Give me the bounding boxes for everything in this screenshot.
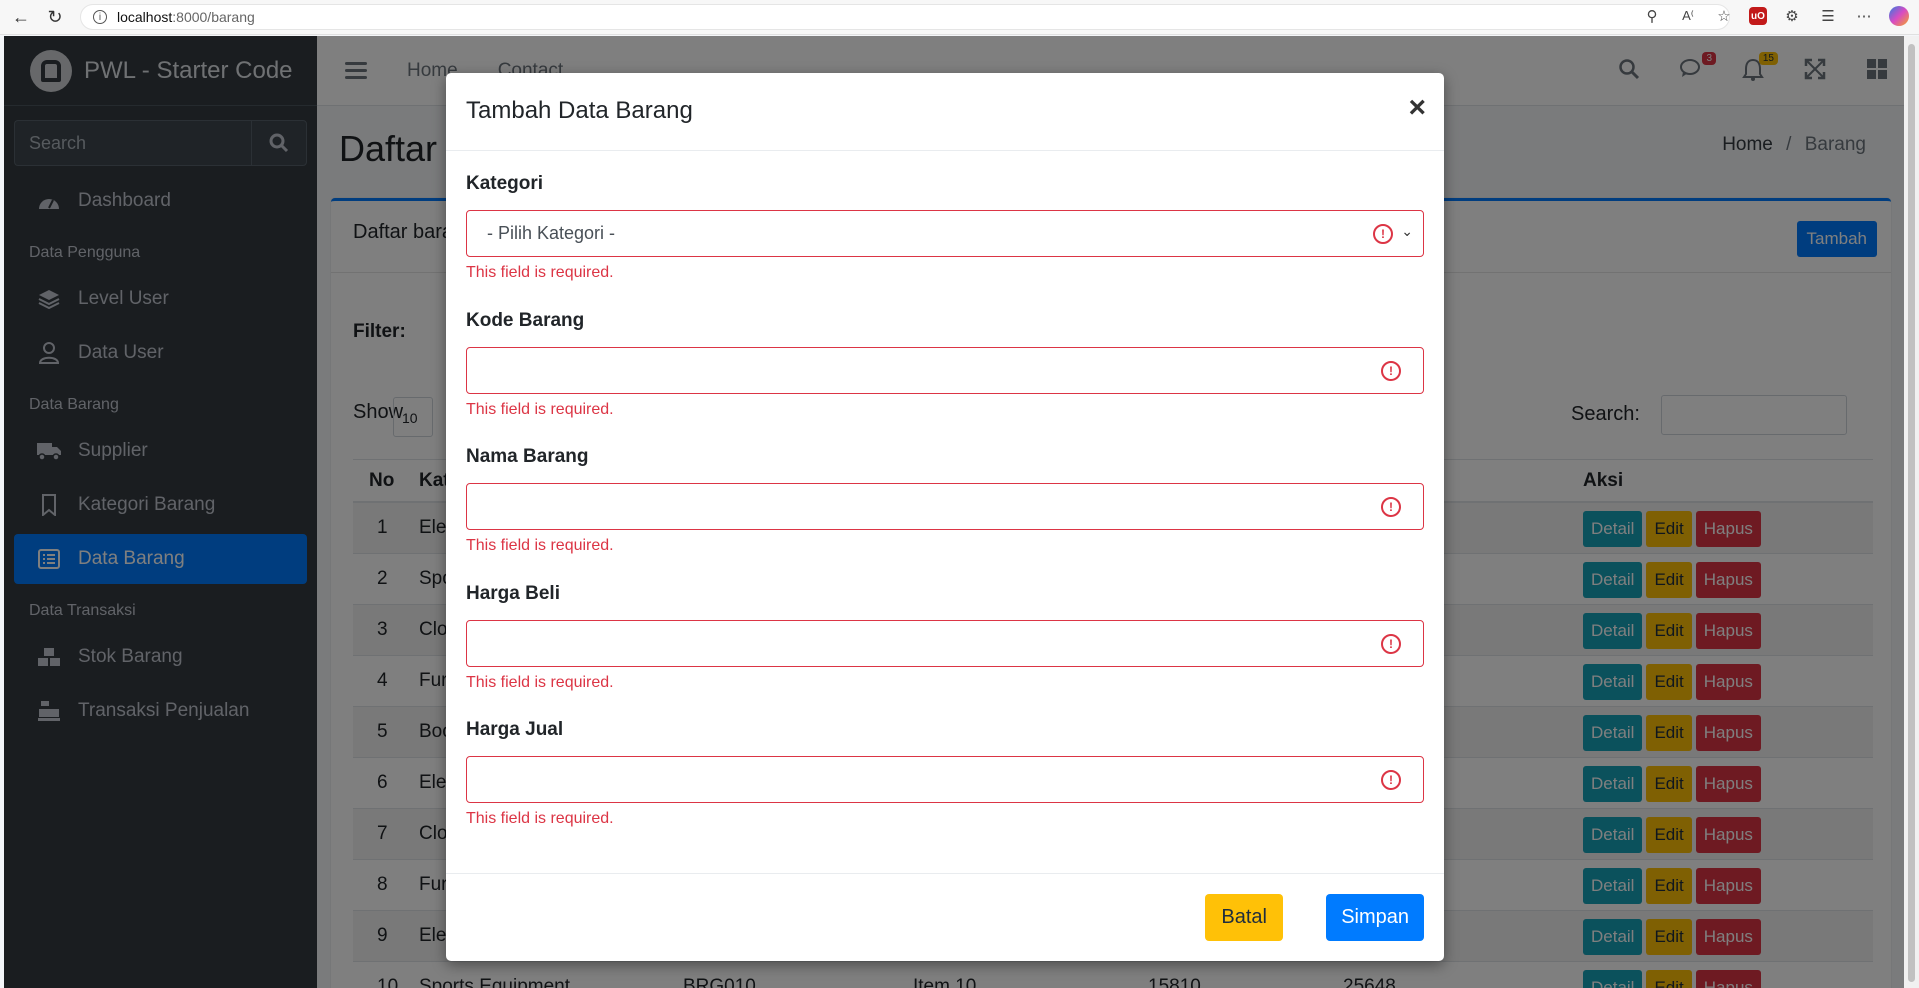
kode-barang-error-message: This field is required. [466, 400, 614, 418]
harga-beli-input[interactable]: ! [466, 619, 1424, 667]
form-group-kode-barang: Kode Barang ! This field is required. [466, 310, 1424, 447]
address-bar[interactable]: i localhost:8000/barang [80, 4, 1730, 30]
reload-icon[interactable]: ↻ [42, 4, 68, 30]
error-icon: ! [1381, 360, 1401, 381]
zoom-icon[interactable]: ⚲ [1641, 5, 1663, 27]
url-host: localhost [117, 9, 173, 25]
kode-barang-label: Kode Barang [466, 309, 585, 331]
batal-button[interactable]: Batal [1205, 894, 1283, 941]
kategori-label: Kategori [466, 173, 544, 194]
ublock-extension-icon[interactable]: uO [1749, 7, 1767, 25]
chevron-down-icon: ⌄ [1401, 223, 1413, 239]
copilot-icon[interactable] [1889, 6, 1909, 26]
scrollbar-thumb[interactable] [1908, 44, 1915, 982]
back-icon[interactable]: ← [8, 4, 34, 30]
form-group-harga-beli: Harga Beli ! This field is required. [466, 583, 1424, 720]
harga-beli-error-message: This field is required. [466, 673, 614, 691]
url-path: :8000/barang [172, 9, 255, 25]
error-icon: ! [1373, 224, 1393, 244]
error-icon: ! [1381, 497, 1401, 517]
harga-beli-label: Harga Beli [466, 582, 560, 604]
form-group-nama-barang: Nama Barang ! This field is required. [466, 446, 1424, 583]
site-info-icon[interactable]: i [93, 10, 107, 24]
nama-barang-error-message: This field is required. [466, 537, 614, 554]
modal-body: Kategori - Pilih Kategori - ! ⌄ This fie… [466, 173, 1424, 856]
modal-header: Tambah Data Barang × [446, 73, 1444, 151]
read-aloud-icon[interactable]: A⁽ [1677, 5, 1699, 27]
modal-footer: Batal Simpan [446, 873, 1444, 961]
error-icon: ! [1381, 770, 1401, 790]
error-icon: ! [1381, 633, 1401, 654]
favorite-star-icon[interactable]: ☆ [1713, 5, 1735, 27]
extensions-icon[interactable]: ⚙ [1781, 5, 1803, 27]
kategori-select[interactable]: - Pilih Kategori - ! ⌄ [466, 210, 1424, 257]
more-menu-icon[interactable]: ⋯ [1853, 5, 1875, 27]
kategori-error-message: This field is required. [466, 264, 614, 281]
kode-barang-input[interactable]: ! [466, 346, 1424, 394]
page-scrollbar[interactable] [1904, 36, 1919, 988]
favorites-list-icon[interactable]: ☰ [1817, 5, 1839, 27]
harga-jual-error-message: This field is required. [466, 810, 614, 827]
nama-barang-label: Nama Barang [466, 446, 589, 467]
browser-toolbar: ← ↻ i localhost:8000/barang ⚲ A⁽ ☆ uO ⚙ … [0, 0, 1919, 35]
kategori-select-value: - Pilih Kategori - [487, 223, 616, 243]
close-icon[interactable]: × [1408, 93, 1426, 123]
nama-barang-input[interactable]: ! [466, 483, 1424, 530]
harga-jual-label: Harga Jual [466, 719, 564, 740]
form-group-kategori: Kategori - Pilih Kategori - ! ⌄ This fie… [466, 173, 1424, 310]
tambah-barang-modal: Tambah Data Barang × Kategori - Pilih Ka… [446, 73, 1444, 961]
modal-title: Tambah Data Barang [466, 97, 693, 124]
form-group-harga-jual: Harga Jual ! This field is required. [466, 719, 1424, 856]
harga-jual-input[interactable]: ! [466, 756, 1424, 803]
simpan-button[interactable]: Simpan [1326, 894, 1424, 941]
